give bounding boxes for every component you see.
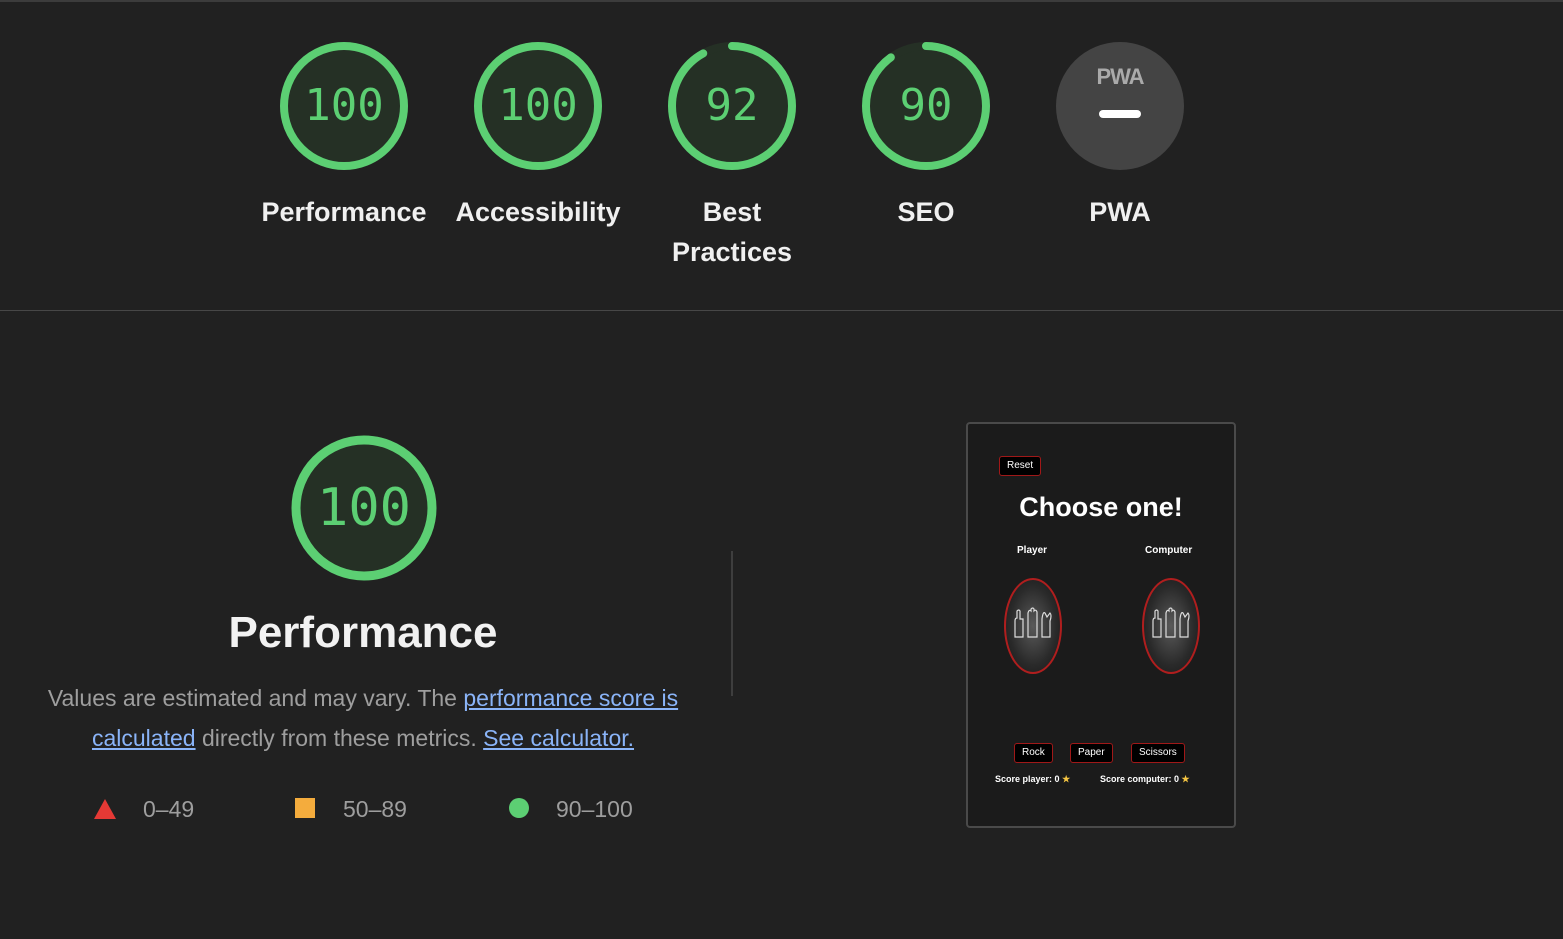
section-divider (0, 310, 1563, 311)
gauge-seo[interactable]: 90 SEO (836, 42, 1016, 232)
rock-button: Rock (1014, 743, 1053, 763)
desc-text: directly from these metrics. (195, 725, 484, 751)
legend-average-label: 50–89 (343, 796, 407, 822)
pwa-logo-icon: PWA (1096, 64, 1144, 89)
legend-pass-label: 90–100 (556, 796, 633, 822)
average-square-icon (295, 798, 315, 818)
gauge-ring: 90 (862, 42, 990, 170)
pwa-dash-icon (1099, 110, 1141, 118)
score-player: Score player: 0 ★ (995, 774, 1070, 785)
gauge-pwa[interactable]: PWA PWA (1030, 42, 1210, 232)
gauge-accessibility[interactable]: 100 Accessibility (448, 42, 628, 232)
star-icon: ★ (1062, 774, 1071, 784)
legend-fail-label: 0–49 (143, 796, 195, 822)
performance-big-gauge: 100 (291, 435, 437, 581)
paper-button: Paper (1070, 743, 1113, 763)
gauge-label: PWA (1089, 197, 1151, 227)
star-icon: ★ (1181, 774, 1190, 784)
gauge-ring: 100 (474, 42, 602, 170)
computer-hands-icon (1142, 578, 1200, 674)
performance-score: 100 (317, 478, 411, 538)
gauge-label-line: Practices (671, 237, 793, 267)
gauge-performance[interactable]: 100 Performance (254, 42, 434, 232)
gauge-score: 100 (498, 80, 578, 131)
gauge-ring: 92 (668, 42, 796, 170)
performance-description: Values are estimated and may vary. The p… (38, 678, 688, 758)
gauge-label: Best Practices (642, 192, 822, 272)
score-computer-text: Score computer: 0 (1100, 774, 1180, 784)
gauge-label: Performance (261, 197, 427, 227)
gauge-best-practices[interactable]: 92 Best Practices (642, 42, 822, 272)
pass-circle-icon (509, 798, 529, 818)
gauge-label: SEO (897, 197, 955, 227)
pwa-badge: PWA (1056, 42, 1184, 170)
top-border (0, 0, 1563, 2)
gauge-score: 100 (304, 80, 384, 131)
vertical-divider (731, 551, 733, 696)
gauge-ring: 100 (280, 42, 408, 170)
score-computer: Score computer: 0 ★ (1100, 774, 1190, 785)
player-hands-icon (1004, 578, 1062, 674)
desc-text: Values are estimated and may vary. The (47, 685, 464, 711)
scissors-button: Scissors (1131, 743, 1185, 763)
fail-triangle-icon (94, 799, 116, 819)
page-screenshot[interactable]: Reset Choose one! Player Computer Rock P… (966, 422, 1236, 828)
player-label: Player (1017, 545, 1048, 556)
gauge-label: Accessibility (455, 197, 621, 227)
gauge-label-line: Best (702, 197, 762, 227)
reset-button: Reset (999, 456, 1042, 476)
see-calculator-link[interactable]: See calculator. (483, 725, 634, 751)
gauge-score: 92 (705, 80, 759, 131)
score-player-text: Score player: 0 (995, 774, 1060, 784)
gauge-score: 90 (899, 80, 953, 131)
computer-label: Computer (1145, 545, 1193, 556)
performance-title: Performance (228, 608, 498, 657)
screenshot-title: Choose one! (1019, 492, 1183, 522)
